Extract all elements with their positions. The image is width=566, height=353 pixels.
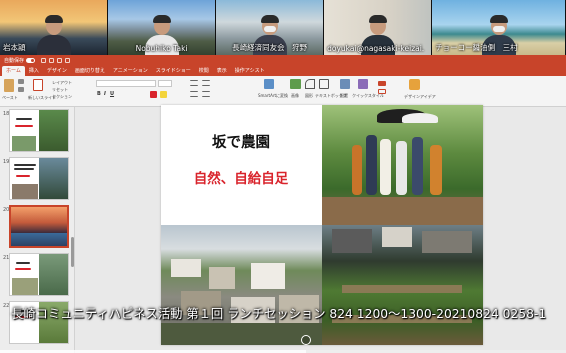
tab-tell-me[interactable]: 操作アシスト	[231, 66, 269, 76]
tab-view[interactable]: 表示	[213, 66, 231, 76]
fill-icon[interactable]	[378, 81, 386, 86]
autosave-label: 自動保存	[4, 58, 25, 64]
quick-style-icon[interactable]	[358, 79, 368, 89]
quick-access-toolbar	[41, 58, 71, 63]
align-icon[interactable]	[190, 91, 198, 97]
underline-button[interactable]: U	[110, 91, 114, 97]
designer-label: デザインアイデア	[404, 94, 436, 99]
participant-name: チョーコー醤油側 三村	[435, 43, 518, 52]
layout-label[interactable]: レイアウト	[52, 80, 72, 86]
participant-tile[interactable]: doyukai@nagasaki-keizai.	[324, 0, 432, 55]
participant-tile[interactable]: 長崎経済同友会 狩野	[216, 0, 324, 55]
tab-transitions[interactable]: 画面切り替え	[71, 66, 109, 76]
font-name-field[interactable]	[96, 80, 156, 87]
terraced-garden-photo	[322, 225, 483, 345]
paste-label: ペースト	[2, 95, 18, 100]
undo-icon[interactable]	[57, 58, 63, 63]
participant-tile[interactable]: Nobuhiko Taki	[108, 0, 216, 55]
toggle-icon	[26, 58, 36, 63]
slide-title: 坂で農園	[212, 135, 270, 151]
textbox-icon[interactable]	[319, 79, 329, 89]
tab-insert[interactable]: 挿入	[25, 66, 43, 76]
outline-icon[interactable]	[378, 89, 386, 94]
slide-thumbnail[interactable]	[9, 109, 69, 152]
tab-home[interactable]: ホーム	[2, 66, 25, 76]
participant-tile[interactable]: チョーコー醤油側 三村	[432, 0, 565, 55]
ribbon-tabs: ホーム 挿入 デザイン 画面切り替え アニメーション スライドショー 校閲 表示…	[0, 66, 566, 76]
picture-icon[interactable]	[290, 79, 301, 89]
save-icon[interactable]	[49, 58, 55, 63]
paste-icon[interactable]	[4, 79, 14, 92]
group-photo	[322, 105, 483, 225]
section-label[interactable]: セクション	[52, 94, 72, 100]
autosave-toggle[interactable]: 自動保存	[4, 57, 36, 64]
thumbnail-row[interactable]: 21	[0, 253, 75, 299]
bold-button[interactable]: B	[97, 91, 101, 97]
participant-name: Nobuhiko Taki	[135, 44, 188, 53]
tab-design[interactable]: デザイン	[43, 66, 71, 76]
bullets-icon[interactable]	[190, 80, 198, 86]
home-icon[interactable]	[41, 58, 47, 63]
slide-thumbnail[interactable]	[9, 205, 69, 248]
redo-icon[interactable]	[65, 58, 71, 63]
screen: 岩本頴 Nobuhiko Taki 長崎経済同友会 狩野 doyukai@nag…	[0, 0, 566, 353]
participant-tile[interactable]: 岩本頴	[0, 0, 108, 55]
participant-name: 長崎経済同友会 狩野	[232, 43, 308, 52]
smartart-icon[interactable]	[264, 79, 274, 89]
arrange-icon[interactable]	[340, 79, 350, 89]
shape-label: 図形	[305, 93, 313, 98]
align-center-icon[interactable]	[202, 91, 210, 97]
thumbnail-row[interactable]: 19	[0, 157, 75, 203]
cut-icon[interactable]	[18, 79, 24, 84]
numbering-icon[interactable]	[202, 80, 210, 86]
video-caption: 長崎コミュニティハピネス活動 第１回 ランチセッション 824 1200～130…	[11, 307, 547, 321]
participant-strip: 岩本頴 Nobuhiko Taki 長崎経済同友会 狩野 doyukai@nag…	[0, 0, 566, 55]
highlight-icon[interactable]	[160, 91, 167, 98]
participant-name: 岩本頴	[3, 43, 26, 52]
hillside-houses-photo	[161, 225, 322, 345]
tab-animations[interactable]: アニメーション	[109, 66, 152, 76]
picture-label: 画像	[291, 93, 299, 98]
shape-icon[interactable]	[305, 79, 315, 89]
reset-label[interactable]: リセット	[52, 87, 68, 93]
tab-review[interactable]: 校閲	[195, 66, 213, 76]
convert-label: SmartArtに変換	[258, 93, 289, 98]
arrange-label: 配置	[340, 93, 348, 98]
copy-icon[interactable]	[18, 87, 24, 92]
font-color-icon[interactable]	[150, 91, 157, 98]
slide-thumbnail[interactable]	[9, 157, 69, 200]
thumbnail-scrollbar[interactable]	[71, 237, 74, 267]
italic-button[interactable]: I	[104, 91, 106, 97]
title-bar: 自動保存	[0, 55, 566, 66]
slide-subtitle: 自然、自給自足	[193, 171, 289, 187]
thumbnail-row[interactable]: 18	[0, 109, 75, 155]
tab-slideshow[interactable]: スライドショー	[152, 66, 195, 76]
slide-thumbnail[interactable]	[9, 253, 69, 296]
font-size-field[interactable]	[158, 80, 172, 87]
participant-avatar	[36, 15, 71, 55]
thumbnail-row[interactable]: 20	[0, 205, 75, 251]
seek-handle[interactable]	[301, 335, 311, 345]
participant-name: doyukai@nagasaki-keizai.	[327, 44, 425, 53]
designer-icon[interactable]	[409, 79, 420, 90]
new-slide-icon[interactable]	[33, 79, 43, 91]
ribbon: ペースト 新しいスライド レイアウト リセット セクション B I U Smar…	[0, 76, 566, 107]
